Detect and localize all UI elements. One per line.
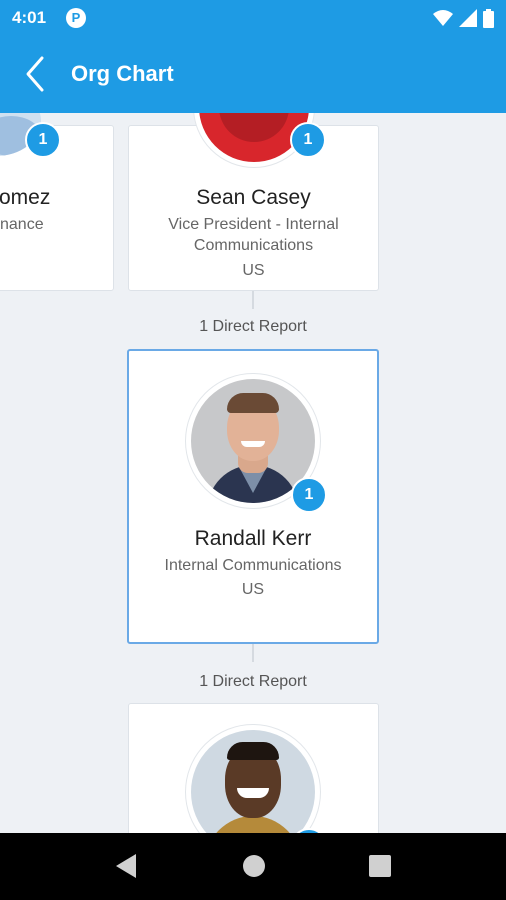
connector-line [252, 291, 254, 309]
battery-icon [483, 8, 494, 28]
direct-report-count-badge: 1 [291, 477, 327, 513]
employee-name: Randall Kerr [194, 527, 312, 550]
avatar [185, 724, 321, 833]
wifi-icon [433, 10, 453, 26]
system-nav-bar [0, 833, 506, 900]
org-card-partial[interactable]: 1 omez nance [0, 113, 114, 291]
nav-recents-icon[interactable] [368, 853, 392, 879]
back-arrow-icon[interactable] [16, 54, 56, 94]
connector-line [252, 644, 254, 662]
direct-report-count-label[interactable]: 1 Direct Report [128, 318, 378, 336]
status-bar: 4:01 P [0, 0, 506, 36]
nav-home-icon[interactable] [242, 853, 266, 879]
employee-role: Internal Communications [164, 557, 342, 574]
employee-name: Sean Casey [196, 186, 311, 209]
org-card-direct-report[interactable] [128, 703, 379, 833]
status-time: 4:01 [12, 8, 47, 27]
employee-name: omez [0, 186, 51, 209]
app-bar: Org Chart [0, 36, 506, 113]
app-notification-icon: P [66, 8, 86, 28]
employee-role-line1: Vice President - Internal [168, 216, 339, 233]
status-icons [433, 8, 494, 28]
employee-location: US [242, 262, 265, 279]
signal-icon [459, 9, 477, 27]
org-chart-canvas[interactable]: 1 omez nance 1 Sean Casey Vice President… [0, 113, 506, 833]
employee-role-line2: Communications [193, 237, 314, 254]
org-card-sean-casey[interactable]: 1 Sean Casey Vice President - Internal C… [128, 113, 379, 291]
org-card-randall-kerr[interactable]: 1 Randall Kerr Internal Communications U… [127, 349, 379, 644]
direct-report-count-badge: 1 [290, 122, 326, 158]
employee-location: US [241, 581, 265, 598]
page-title: Org Chart [71, 61, 174, 86]
direct-report-count-label[interactable]: 1 Direct Report [128, 673, 378, 691]
direct-report-count-badge: 1 [25, 122, 61, 158]
nav-back-icon[interactable] [114, 853, 138, 879]
employee-role: nance [0, 216, 44, 233]
